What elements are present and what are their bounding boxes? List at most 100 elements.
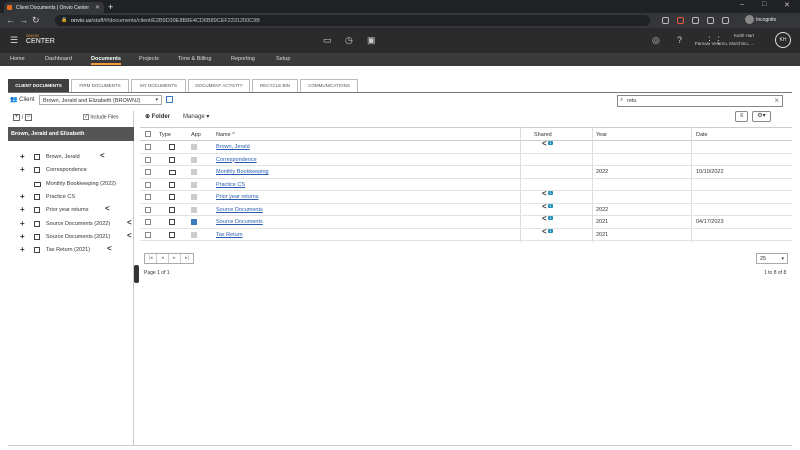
share-icon[interactable] <box>126 218 135 229</box>
tab-recycle-bin[interactable]: RECYCLE BIN <box>252 79 298 92</box>
next-page-button[interactable]: ▸ <box>169 254 181 263</box>
share-icon[interactable] <box>99 151 108 162</box>
extension-icon[interactable] <box>692 17 699 24</box>
incognito-indicator[interactable]: Incognito <box>745 15 776 24</box>
table-row[interactable]: Practice CS <box>140 179 792 191</box>
puzzle-icon[interactable] <box>707 17 714 24</box>
row-checkbox[interactable] <box>145 194 151 200</box>
share-icon[interactable]: 1 <box>541 189 553 200</box>
include-files-checkbox[interactable] <box>83 114 89 120</box>
table-row[interactable]: Monthly Bookkeeping 2022 10/10/2022 <box>140 166 792 179</box>
expand-all-button[interactable]: + <box>13 114 20 121</box>
extension-icon[interactable] <box>677 17 684 24</box>
row-checkbox[interactable] <box>145 181 151 188</box>
row-name-link[interactable]: Tax Return <box>216 232 243 238</box>
camera-icon[interactable] <box>662 17 669 24</box>
timer-icon[interactable]: ◷ <box>345 36 353 45</box>
maximize-icon[interactable]: □ <box>762 1 766 8</box>
col-app[interactable]: App <box>191 132 201 138</box>
page-size-select[interactable]: 25 ▾ <box>756 253 788 264</box>
forward-icon[interactable]: → <box>19 15 28 25</box>
close-window-icon[interactable]: ✕ <box>784 1 790 9</box>
row-checkbox[interactable] <box>145 206 151 213</box>
view-toggle-button[interactable]: ≡ <box>735 111 748 122</box>
expand-icon[interactable]: + <box>20 152 25 161</box>
nav-dashboard[interactable]: Dashboard <box>45 56 72 62</box>
avatar[interactable]: KH <box>775 32 791 48</box>
expand-icon[interactable]: + <box>20 245 25 254</box>
sidepanel-icon[interactable] <box>722 17 729 24</box>
col-name[interactable]: Name ^ <box>216 132 235 138</box>
menu-icon[interactable]: ☰ <box>10 36 18 45</box>
share-icon[interactable]: 1 <box>541 202 553 213</box>
nav-projects[interactable]: Projects <box>139 56 159 62</box>
col-type[interactable]: Type <box>159 132 171 138</box>
tab-client-documents[interactable]: CLIENT DOCUMENTS <box>8 79 69 92</box>
tab-communications[interactable]: COMMUNICATIONS <box>300 79 358 92</box>
reload-icon[interactable]: ↻ <box>32 15 40 25</box>
new-tab-button[interactable]: + <box>108 2 113 12</box>
collapse-all-button[interactable]: − <box>25 114 33 121</box>
client-header[interactable]: Brown, Jerald and Elizabeth <box>8 127 134 141</box>
row-name-link[interactable]: Practice CS <box>216 182 245 188</box>
last-page-button[interactable]: ▸| <box>181 254 193 263</box>
nav-time-billing[interactable]: Time & Billing <box>178 56 211 62</box>
briefcase-icon[interactable]: ▣ <box>367 36 376 45</box>
row-name-link[interactable]: Source Documents <box>216 207 263 213</box>
table-row[interactable]: Correspondence <box>140 154 792 166</box>
row-name-link[interactable]: Prior year returns <box>216 194 259 200</box>
expand-icon[interactable]: + <box>20 165 25 174</box>
close-tab-icon[interactable]: ✕ <box>95 4 100 11</box>
col-year[interactable]: Year <box>596 132 607 138</box>
include-files-toggle[interactable]: Include Files <box>83 114 118 120</box>
row-checkbox[interactable] <box>145 156 151 163</box>
share-icon[interactable]: 1 <box>541 139 553 150</box>
row-name-link[interactable]: Source Documents <box>216 219 263 225</box>
tab-my-documents[interactable]: MY DOCUMENTS <box>131 79 186 92</box>
tab-document-activity[interactable]: DOCUMENT ACTIVITY <box>188 79 250 92</box>
table-row[interactable]: Brown, Jerald 1 <box>140 139 792 154</box>
settings-button[interactable]: ⚙▾ <box>752 111 771 122</box>
table-row[interactable]: Prior year returns 1 <box>140 189 792 204</box>
expand-icon[interactable]: + <box>20 192 25 201</box>
new-folder-button[interactable]: ⊕ Folder <box>145 113 170 120</box>
prev-page-button[interactable]: ◂ <box>157 254 169 263</box>
browser-tab[interactable]: Client Documents | Onvio Center ✕ <box>4 2 104 13</box>
nav-home[interactable]: Home <box>10 56 25 62</box>
tab-firm-documents[interactable]: FIRM DOCUMENTS <box>71 79 129 92</box>
open-external-icon[interactable] <box>166 96 173 103</box>
select-all-checkbox[interactable] <box>145 131 151 137</box>
clear-search-icon[interactable]: × <box>774 96 779 105</box>
share-icon[interactable] <box>106 244 115 255</box>
row-checkbox[interactable] <box>145 219 151 225</box>
back-icon[interactable]: ← <box>6 15 15 25</box>
nav-documents[interactable]: Documents <box>91 56 121 65</box>
nav-reporting[interactable]: Reporting <box>231 56 255 62</box>
share-icon[interactable]: 1 <box>541 227 553 238</box>
table-row[interactable]: Source Documents 1 2022 <box>140 202 792 216</box>
row-checkbox[interactable] <box>145 169 151 175</box>
row-checkbox[interactable] <box>145 231 151 238</box>
first-page-button[interactable]: |◂ <box>145 254 157 263</box>
nav-setup[interactable]: Setup <box>276 56 290 62</box>
expand-icon[interactable]: + <box>20 232 25 241</box>
row-checkbox[interactable] <box>145 144 151 150</box>
compass-icon[interactable]: ◎ <box>652 36 660 45</box>
row-name-link[interactable]: Brown, Jerald <box>216 144 250 150</box>
col-date[interactable]: Date <box>696 132 708 138</box>
search-input[interactable]: ⌕ retu × <box>617 95 783 107</box>
share-icon[interactable]: 1 <box>541 214 553 225</box>
share-icon[interactable] <box>104 204 113 215</box>
expand-icon[interactable]: + <box>20 205 25 214</box>
monitor-icon[interactable]: ▭ <box>323 36 332 45</box>
row-name-link[interactable]: Correspondence <box>216 157 257 163</box>
help-icon[interactable]: ? <box>677 36 682 45</box>
expand-icon[interactable]: + <box>20 219 25 228</box>
client-select[interactable]: Brown, Jerald and Elizabeth (BROWNJ) ▾ <box>39 95 162 105</box>
share-icon[interactable] <box>126 231 135 242</box>
url-input[interactable]: 🔒 onvio.us/staff/#/documents/client/E2B9… <box>55 15 650 26</box>
manage-menu[interactable]: Manage ▾ <box>183 113 209 120</box>
panel-collapse-handle[interactable] <box>134 265 139 283</box>
col-shared[interactable]: Shared <box>534 132 552 138</box>
table-row[interactable]: Source Documents 1 2021 04/17/2023 <box>140 214 792 229</box>
